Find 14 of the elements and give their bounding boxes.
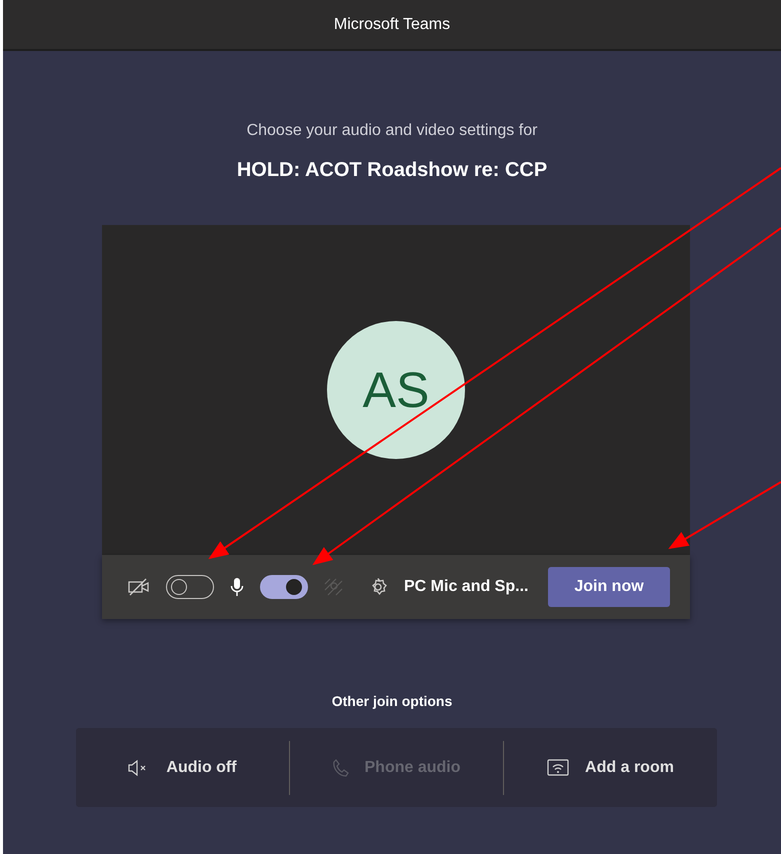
join-now-button[interactable]: Join now — [548, 567, 670, 607]
meeting-title: HOLD: ACOT Roadshow re: CCP — [236, 159, 548, 181]
prompt-text: Choose your audio and video settings for — [246, 122, 538, 139]
camera-off-icon[interactable] — [128, 578, 150, 596]
join-option-button[interactable]: Audio off — [76, 728, 289, 807]
microphone-toggle[interactable] — [260, 575, 308, 599]
camera-toggle[interactable] — [166, 575, 214, 599]
join-option-button[interactable]: Add a room — [504, 728, 717, 807]
window-title: Microsoft Teams — [334, 14, 450, 34]
audio-device-label[interactable]: PC Mic and Sp... — [404, 575, 528, 599]
avatar: AS — [327, 321, 465, 459]
room-screen-icon[interactable] — [547, 758, 570, 776]
microphone-icon[interactable] — [230, 576, 244, 597]
section-heading: Other join options — [332, 693, 452, 709]
